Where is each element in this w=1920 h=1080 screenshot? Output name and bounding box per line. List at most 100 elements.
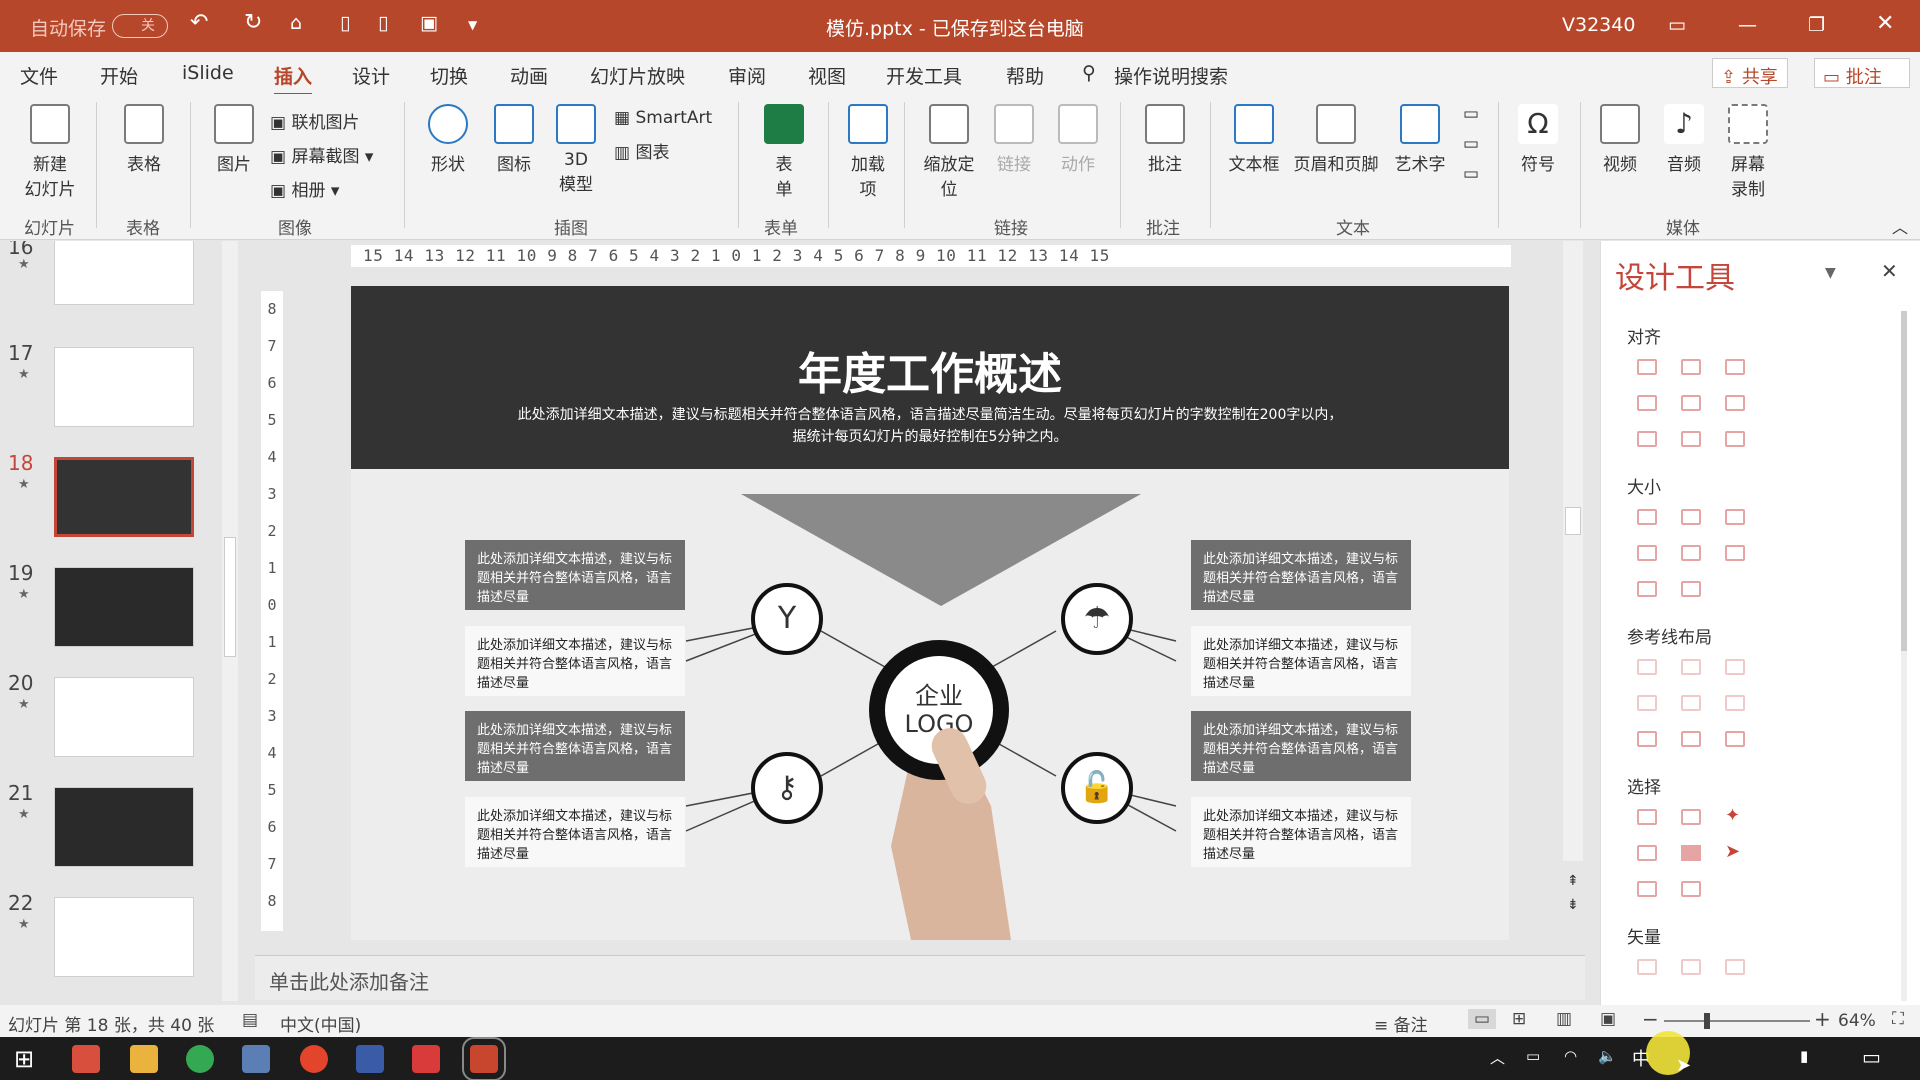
textbox-button[interactable]: 文本框 (1222, 104, 1286, 175)
vector-union-icon[interactable] (1637, 959, 1657, 975)
icons-button[interactable]: 图标 (484, 104, 544, 175)
app-icon[interactable] (72, 1045, 100, 1073)
magic-wand-icon[interactable]: ✦ (1725, 805, 1740, 826)
guide-v-icon[interactable] (1681, 731, 1701, 747)
pane-scrollbar[interactable] (1901, 311, 1907, 1001)
align-bottom-icon[interactable] (1725, 395, 1745, 411)
app-icon[interactable] (186, 1045, 214, 1073)
audio-button[interactable]: ♪ 音频 (1656, 104, 1712, 175)
tab-animations[interactable]: 动画 (510, 62, 548, 89)
smartart-button[interactable]: ▦ SmartArt (614, 108, 712, 128)
same-size-icon[interactable] (1725, 509, 1745, 525)
link-button[interactable]: 链接 (988, 104, 1040, 175)
tray-app-icon[interactable]: ▭ (1526, 1047, 1540, 1065)
app-icon[interactable] (412, 1045, 440, 1073)
vector-fragment-icon[interactable] (1725, 959, 1745, 975)
tell-me-search[interactable]: 操作说明搜索 (1114, 62, 1228, 89)
cocktail-icon[interactable]: Y (751, 583, 823, 655)
text-box-left-2[interactable]: 此处添加详细文本描述，建议与标题相关并符合整体语言风格，语言描述尽量 (465, 626, 685, 696)
user-name[interactable]: V32340 (1562, 14, 1635, 36)
pane-options-icon[interactable]: ▼ (1825, 265, 1836, 281)
distribute-v-icon[interactable] (1681, 431, 1701, 447)
scroll-thumb[interactable] (1565, 507, 1581, 535)
wordart-button[interactable]: 艺术字 (1388, 104, 1452, 175)
guide-middle-icon[interactable] (1681, 695, 1701, 711)
scroll-thumb[interactable] (1901, 311, 1907, 651)
language-indicator[interactable]: 中文(中国) (280, 1011, 361, 1036)
cursor-icon[interactable]: ➤ (1725, 841, 1740, 862)
text-box-left-1[interactable]: 此处添加详细文本描述，建议与标题相关并符合整体语言风格，语言描述尽量 (465, 540, 685, 610)
form-button[interactable]: 表 单 (756, 104, 812, 200)
app-icon[interactable] (356, 1045, 384, 1073)
align-left-icon[interactable] (1637, 359, 1657, 375)
app-icon[interactable] (242, 1045, 270, 1073)
tab-transitions[interactable]: 切换 (430, 62, 468, 89)
match-size-icon[interactable] (1725, 545, 1745, 561)
reading-view-icon[interactable]: ▥ (1556, 1009, 1572, 1029)
screen-recording-button[interactable]: 屏幕 录制 (1718, 104, 1778, 200)
close-icon[interactable]: ✕ (1876, 11, 1894, 36)
redo-icon[interactable]: ↻ (244, 10, 262, 35)
new-file-icon[interactable]: ▯ (340, 12, 350, 34)
tab-view[interactable]: 视图 (808, 62, 846, 89)
collapse-ribbon-icon[interactable]: ︿ (1892, 214, 1908, 238)
insert-comment-button[interactable]: 批注 (1136, 104, 1194, 175)
tab-design[interactable]: 设计 (352, 62, 390, 89)
undo-icon[interactable]: ↶ (190, 10, 208, 35)
slide-number-button[interactable]: ▭ (1458, 134, 1484, 154)
zoom-level[interactable]: 64% (1838, 1011, 1876, 1031)
object-button[interactable]: ▭ (1458, 164, 1484, 184)
notes-placeholder[interactable]: 单击此处添加备注 (269, 966, 429, 995)
slide-thumbnail-22[interactable] (54, 897, 194, 977)
slide-canvas[interactable]: 年度工作概述 此处添加详细文本描述，建议与标题相关并符合整体语言风格，语言描述尽… (351, 286, 1509, 940)
stretch-left-icon[interactable] (1637, 581, 1657, 597)
text-box-left-4[interactable]: 此处添加详细文本描述，建议与标题相关并符合整体语言风格，语言描述尽量 (465, 797, 685, 867)
addins-button[interactable]: 加载 项 (840, 104, 896, 200)
spell-check-icon[interactable]: ▤ (242, 1010, 258, 1030)
tray-app-icon[interactable]: ▮ (1800, 1047, 1808, 1065)
video-button[interactable]: 视频 (1592, 104, 1648, 175)
guide-bottom-icon[interactable] (1725, 695, 1745, 711)
notes-toggle[interactable]: ≡ 备注 (1374, 1011, 1428, 1036)
comment-button[interactable]: ▭ 批注 (1814, 58, 1910, 88)
file-explorer-icon[interactable] (130, 1045, 158, 1073)
symbol-button[interactable]: Ω 符号 (1510, 104, 1566, 175)
online-picture-button[interactable]: ▣ 联机图片 (270, 108, 359, 133)
select-similar-icon[interactable] (1681, 809, 1701, 825)
distribute-grid-icon[interactable] (1725, 431, 1745, 447)
tab-review[interactable]: 审阅 (728, 62, 766, 89)
slide-thumbnail-19[interactable] (54, 567, 194, 647)
align-right-icon[interactable] (1725, 359, 1745, 375)
slide-thumbnail-17[interactable] (54, 347, 194, 427)
zoom-in-icon[interactable]: + (1814, 1007, 1831, 1031)
action-button[interactable]: 动作 (1052, 104, 1104, 175)
tab-developer[interactable]: 开发工具 (886, 62, 962, 89)
header-footer-button[interactable]: 页眉和页脚 (1290, 104, 1382, 175)
chart-button[interactable]: ▥ 图表 (614, 138, 669, 163)
guide-h-icon[interactable] (1637, 731, 1657, 747)
normal-view-icon[interactable]: ▭ (1468, 1009, 1497, 1029)
select-group-icon[interactable] (1637, 881, 1657, 897)
windows-start-icon[interactable]: ⊞ (14, 1045, 34, 1073)
scroll-thumb[interactable] (224, 537, 236, 657)
slide-thumbnail-20[interactable] (54, 677, 194, 757)
umbrella-icon[interactable]: ☂ (1061, 583, 1133, 655)
same-height-icon[interactable] (1681, 509, 1701, 525)
slideshow-icon[interactable]: ▣ (1600, 1009, 1616, 1029)
slide-thumbnail-21[interactable] (54, 787, 194, 867)
shapes-button[interactable]: 形状 (418, 104, 478, 175)
save-icon[interactable]: ▣ (420, 12, 438, 34)
tray-chevron-icon[interactable]: ︿ (1490, 1047, 1505, 1068)
select-front-icon[interactable] (1637, 845, 1657, 861)
select-invert-icon[interactable] (1681, 845, 1701, 861)
text-box-right-4[interactable]: 此处添加详细文本描述，建议与标题相关并符合整体语言风格，语言描述尽量 (1191, 797, 1411, 867)
volume-icon[interactable]: 🔈 (1598, 1047, 1617, 1065)
match-height-icon[interactable] (1681, 545, 1701, 561)
thumbnails-scrollbar[interactable] (222, 241, 238, 1001)
text-box-left-3[interactable]: 此处添加详细文本描述，建议与标题相关并符合整体语言风格，语言描述尽量 (465, 711, 685, 781)
fit-slide-icon[interactable]: ⛶ (1892, 1009, 1904, 1029)
powerpoint-icon[interactable] (462, 1037, 506, 1080)
text-box-right-3[interactable]: 此处添加详细文本描述，建议与标题相关并符合整体语言风格，语言描述尽量 (1191, 711, 1411, 781)
tab-insert[interactable]: 插入 (274, 62, 313, 96)
select-same-icon[interactable] (1637, 809, 1657, 825)
